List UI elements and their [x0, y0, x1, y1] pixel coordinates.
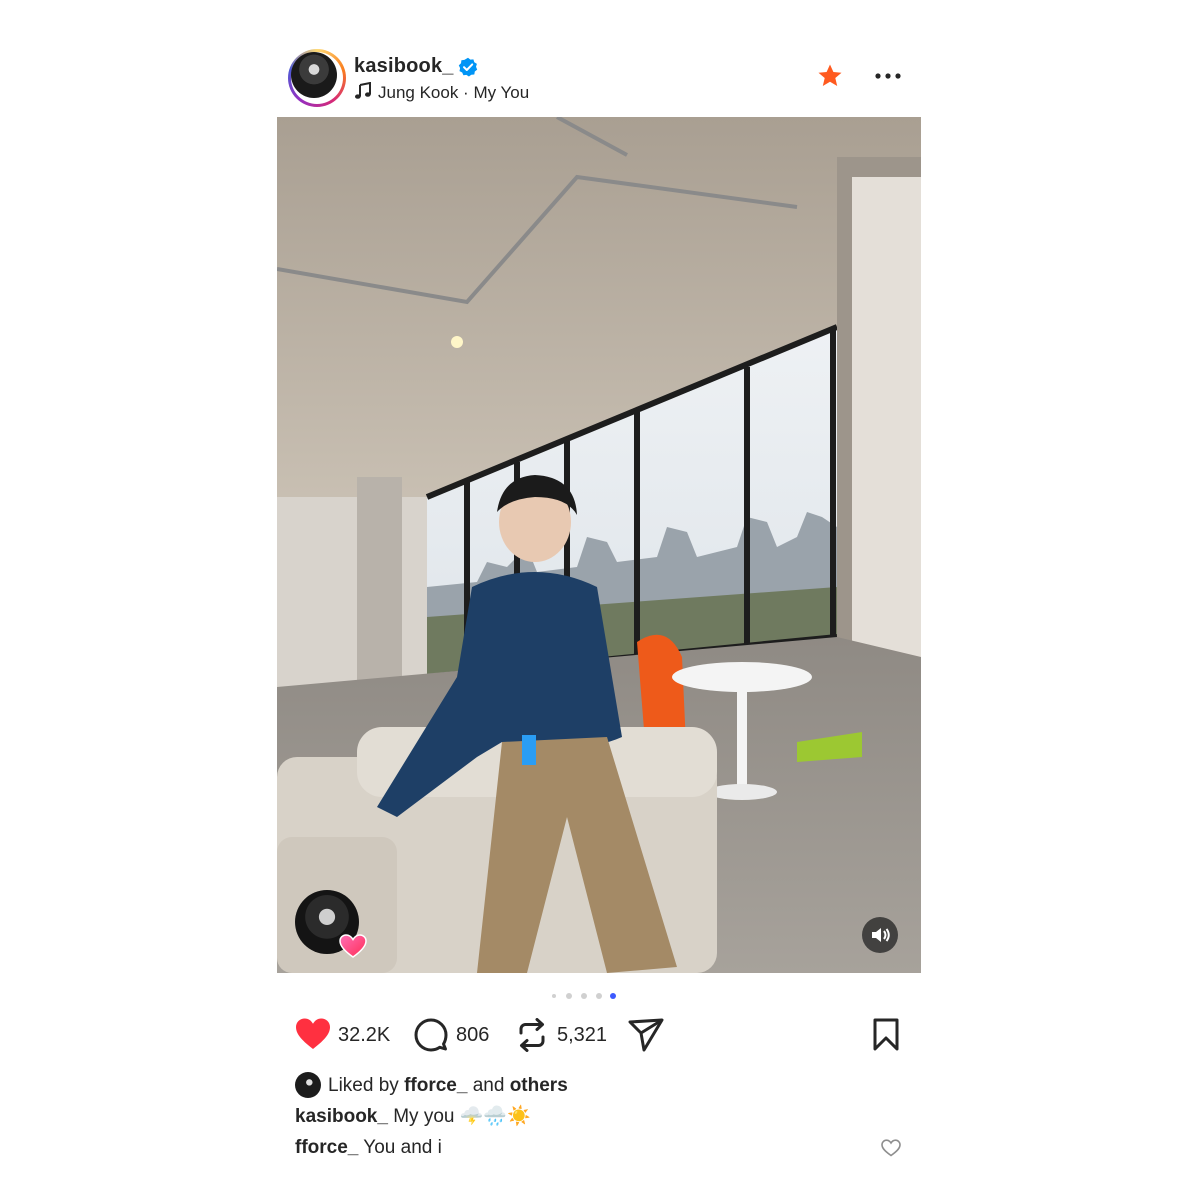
music-row[interactable]: Jung Kook · My You — [354, 82, 529, 103]
action-bar: 32.2K 806 5,321 — [295, 1015, 905, 1057]
liked-by-text: Liked by fforce_ and others — [328, 1075, 568, 1097]
caption-username[interactable]: kasibook_ — [295, 1106, 388, 1127]
liked-by-others[interactable]: others — [510, 1075, 568, 1096]
bookmark-icon[interactable] — [872, 1018, 900, 1052]
music-note-icon — [355, 82, 371, 99]
liked-by-user[interactable]: fforce_ — [404, 1075, 467, 1096]
carousel-indicator — [552, 991, 622, 1001]
speaker-icon — [872, 928, 890, 942]
comment-username[interactable]: fforce_ — [295, 1137, 358, 1158]
share-icon[interactable] — [628, 1018, 664, 1052]
heart-icon[interactable] — [295, 1017, 331, 1051]
post-photo[interactable] — [277, 117, 921, 973]
comment-text: You and i — [363, 1137, 442, 1158]
repost-icon[interactable] — [516, 1018, 548, 1052]
photo-scene — [277, 117, 921, 973]
caption-text: My you 🌩️🌧️☀️ — [393, 1106, 531, 1127]
mute-button[interactable] — [862, 917, 898, 953]
post-username[interactable]: kasibook_ — [354, 55, 454, 78]
liked-by-prefix: Liked by — [328, 1075, 399, 1096]
music-track: Jung Kook · My You — [378, 83, 530, 102]
heart-icon — [339, 934, 367, 958]
comment-row: fforce_ You and i — [295, 1137, 442, 1159]
avatar-image — [291, 52, 337, 98]
verified-badge-icon — [458, 57, 478, 77]
carousel-dot — [552, 994, 556, 998]
more-options-icon[interactable] — [874, 65, 902, 87]
comment-count[interactable]: 806 — [456, 1024, 489, 1047]
liker-avatar[interactable] — [295, 1072, 321, 1098]
star-icon[interactable] — [817, 63, 843, 89]
comment-like-heart-icon[interactable] — [881, 1139, 901, 1157]
carousel-dot — [596, 993, 602, 999]
liked-by-joiner: and — [472, 1075, 505, 1096]
post-header: kasibook_ Jung Kook · My You — [288, 47, 920, 107]
like-count[interactable]: 32.2K — [338, 1024, 390, 1047]
carousel-dot — [566, 993, 572, 999]
post-caption: kasibook_ My you 🌩️🌧️☀️ — [295, 1104, 531, 1128]
comment-icon[interactable] — [414, 1018, 448, 1052]
repost-count[interactable]: 5,321 — [557, 1024, 607, 1047]
profile-avatar[interactable] — [288, 49, 346, 107]
carousel-dot-active — [610, 993, 616, 999]
carousel-dot — [581, 993, 587, 999]
